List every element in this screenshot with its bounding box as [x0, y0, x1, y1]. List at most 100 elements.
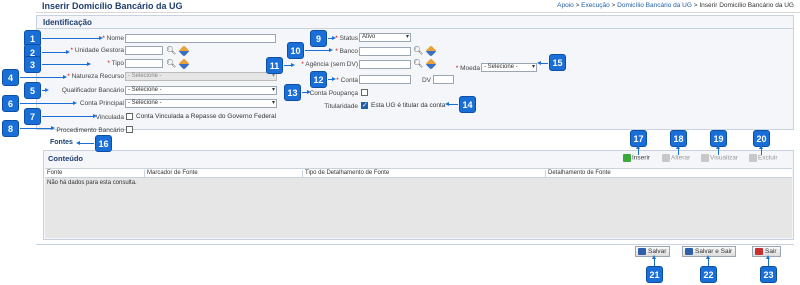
callout-arrow — [302, 90, 311, 94]
titularidade-checkbox[interactable] — [361, 101, 368, 109]
vinculada-text: Conta Vinculada a Repasse do Governo Fed… — [136, 113, 277, 120]
page-title: Inserir Domicílio Bancário da UG — [42, 1, 183, 11]
callout-arrow — [305, 48, 333, 52]
title-bar: Inserir Domicílio Bancário da UG Apoio >… — [36, 0, 800, 13]
callout-arrow — [537, 61, 548, 65]
agencia-label: * Agência (sem DV) — [301, 61, 358, 68]
inserir-button[interactable]: Inserir — [623, 154, 650, 162]
callout-arrow — [42, 114, 97, 118]
callout-badge-16: 16 — [95, 135, 112, 152]
chevron-down-icon: ▾ — [271, 87, 275, 93]
callout-badge-11: 11 — [266, 57, 283, 74]
search-icon[interactable]: 🔍︎ — [166, 46, 176, 55]
callout-badge-23: 23 — [760, 266, 777, 283]
column-header[interactable]: Detalhamento de Fonte — [546, 170, 792, 178]
callout-badge-9: 9 — [310, 30, 327, 47]
chevron-down-icon: ▾ — [531, 64, 535, 70]
chevron-down-icon: ▾ — [405, 34, 409, 40]
status-select[interactable]: Ativo ▾ — [359, 33, 411, 42]
callout-badge-22: 22 — [700, 266, 717, 283]
callout-badge-10: 10 — [287, 42, 304, 59]
callout-badge-4: 4 — [2, 69, 19, 86]
callout-arrow — [42, 36, 103, 40]
callout-arrow — [636, 145, 640, 155]
callout-badge-5: 5 — [24, 82, 41, 99]
chevron-down-icon: ▾ — [271, 100, 275, 106]
callout-badge-15: 15 — [549, 54, 566, 71]
callout-arrow — [676, 145, 680, 155]
dv-input[interactable] — [433, 75, 454, 84]
callout-badge-13: 13 — [284, 84, 301, 101]
footer-bar — [36, 244, 794, 258]
save-icon — [638, 248, 646, 255]
view-icon — [701, 154, 709, 162]
banco-input[interactable] — [359, 47, 411, 56]
visualizar-button[interactable]: Visualizar — [701, 154, 738, 162]
callout-arrow — [20, 75, 67, 79]
callout-badge-6: 6 — [2, 95, 19, 112]
callout-arrow — [759, 145, 763, 155]
callout-arrow — [716, 145, 720, 155]
breadcrumb-apoio[interactable]: Apoio — [557, 2, 574, 9]
excluir-button[interactable]: Excluir — [749, 154, 778, 162]
dv-label: DV — [421, 77, 431, 84]
divider — [37, 28, 793, 29]
alterar-button[interactable]: Alterar — [662, 154, 690, 162]
natureza-recurso-select[interactable]: - Selecione - ▾ — [125, 72, 277, 81]
exit-icon — [755, 248, 763, 255]
conteudo-panel: Conteúdo Inserir Alterar Visualizar Excl… — [43, 150, 794, 240]
fontes-table: Fonte Marcador de Fonte Tipo de Detalham… — [45, 168, 792, 238]
vinculada-checkbox[interactable] — [126, 113, 133, 120]
qualificador-bancario-label: Qualificador Bancário — [61, 87, 124, 94]
titularidade-label: Titularidade — [324, 103, 358, 110]
callout-badge-7: 7 — [24, 108, 41, 125]
agencia-input[interactable] — [359, 60, 411, 69]
callout-arrow — [42, 88, 49, 92]
conteudo-title: Conteúdo — [48, 154, 83, 163]
callout-badge-12: 12 — [310, 71, 327, 88]
search-icon[interactable]: 🔍︎ — [413, 46, 423, 55]
delete-icon — [749, 154, 757, 162]
callout-arrow — [652, 255, 656, 266]
titularidade-text: Esta UG é titular da conta — [371, 102, 446, 109]
callout-badge-8: 8 — [2, 120, 19, 137]
procedimento-bancario-checkbox[interactable] — [126, 126, 133, 133]
empty-message: Não há dados para esta consulta. — [47, 180, 137, 186]
breadcrumb-execucao[interactable]: Execução — [581, 2, 610, 9]
callout-arrow — [445, 102, 458, 106]
conta-input[interactable] — [359, 75, 411, 84]
search-icon[interactable]: 🔍︎ — [413, 59, 423, 68]
breadcrumb-domicilio[interactable]: Domicílio Bancário da UG — [617, 2, 692, 9]
callout-arrow — [328, 36, 336, 40]
callout-arrow — [76, 141, 94, 145]
column-header[interactable]: Fonte — [45, 170, 145, 178]
callout-arrow — [20, 101, 77, 105]
conta-poupanca-checkbox[interactable] — [361, 89, 368, 96]
callout-arrow — [328, 77, 336, 81]
conta-principal-select[interactable]: - Selecione - ▾ — [125, 99, 277, 108]
tipo-input[interactable] — [125, 59, 163, 68]
identificacao-title: Identificação — [43, 18, 92, 27]
search-icon[interactable]: 🔍︎ — [166, 59, 176, 68]
edit-icon — [662, 154, 670, 162]
nome-input[interactable] — [125, 34, 276, 43]
add-icon — [623, 154, 631, 162]
qualificador-bancario-select[interactable]: - Selecione - ▾ — [125, 86, 277, 95]
tab-fontes[interactable]: Fontes — [43, 137, 77, 149]
moeda-select[interactable]: - Selecione - ▾ — [481, 63, 537, 72]
callout-badge-21: 21 — [646, 266, 663, 283]
column-header[interactable]: Marcador de Fonte — [145, 170, 303, 178]
breadcrumb: Apoio > Execução > Domicílio Bancário da… — [557, 2, 794, 9]
table-header: Fonte Marcador de Fonte Tipo de Detalham… — [45, 169, 792, 178]
callout-arrow — [706, 255, 710, 266]
moeda-label: * Moeda — [455, 65, 480, 72]
callout-arrow — [20, 126, 55, 130]
callout-arrow — [284, 63, 295, 67]
callout-badge-14: 14 — [459, 96, 476, 113]
callout-arrow — [42, 62, 91, 66]
column-header[interactable]: Tipo de Detalhamento de Fonte — [303, 170, 546, 178]
callout-badge-3: 3 — [24, 56, 41, 73]
callout-arrow — [42, 50, 70, 54]
unidade-gestora-input[interactable] — [125, 46, 163, 55]
save-exit-icon — [685, 248, 693, 255]
